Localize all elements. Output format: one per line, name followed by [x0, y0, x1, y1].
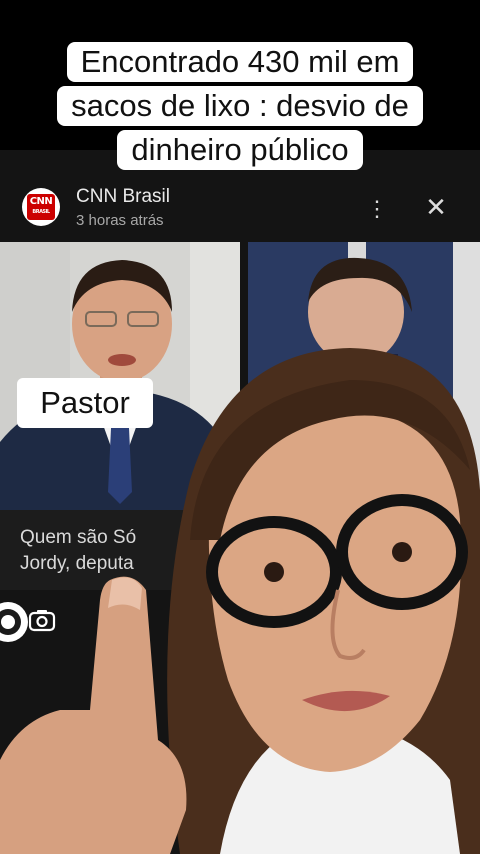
logo-subtext: BRASIL — [32, 209, 50, 215]
caption-line-1: Quem são Só — [20, 527, 137, 548]
hand-figure — [0, 576, 187, 854]
cnn-brasil-logo: CNN BRASIL — [22, 188, 60, 226]
close-icon[interactable]: ✕ — [422, 192, 450, 222]
video-stage: CNN BRASIL CNN Brasil 3 horas atrás ⋮ ✕ — [0, 0, 480, 854]
title-line-2: sacos de lixo : desvio de — [57, 86, 423, 126]
pastor-label: Pastor — [17, 378, 153, 428]
source-name[interactable]: CNN Brasil — [76, 186, 170, 208]
raised-hand — [0, 560, 200, 854]
timestamp: 3 horas atrás — [76, 212, 164, 229]
title-line-3: dinheiro público — [117, 130, 363, 170]
title-line-1: Encontrado 430 mil em — [66, 42, 414, 82]
logo-text: CNN — [29, 196, 53, 207]
video-title: Encontrado 430 mil em sacos de lixo : de… — [0, 42, 480, 174]
card-header: CNN BRASIL CNN Brasil 3 horas atrás ⋮ ✕ — [0, 178, 480, 240]
more-vert-icon[interactable]: ⋮ — [366, 196, 388, 222]
